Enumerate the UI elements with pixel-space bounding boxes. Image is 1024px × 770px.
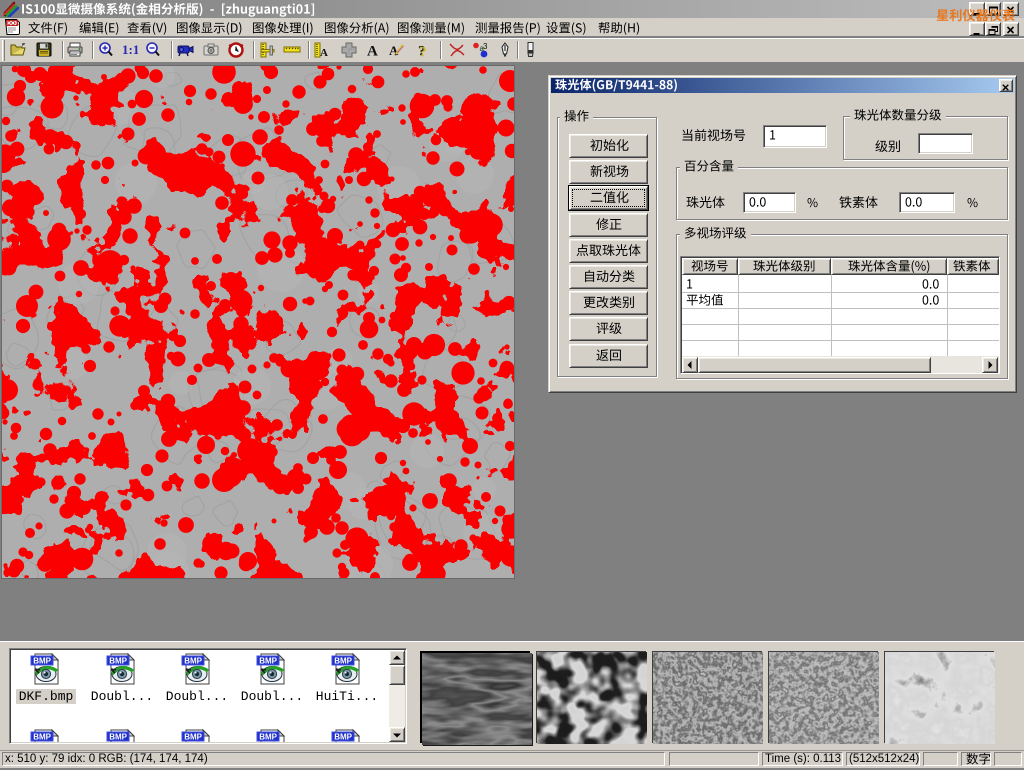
svg-text:BMP: BMP	[184, 733, 202, 742]
svg-text:BMP: BMP	[33, 657, 51, 666]
svg-text:BMP: BMP	[184, 657, 202, 666]
svg-text:BMP: BMP	[33, 733, 51, 742]
svg-text:?: ?	[419, 45, 427, 60]
svg-text:BMP: BMP	[334, 733, 352, 742]
svg-text:1:1: 1:1	[122, 42, 138, 57]
svg-text:BMP: BMP	[109, 733, 127, 742]
svg-text:BMP: BMP	[109, 657, 127, 666]
svg-text:A: A	[367, 44, 378, 60]
svg-text:BMP: BMP	[259, 733, 277, 742]
svg-text:DOC: DOC	[7, 21, 19, 27]
svg-text:3: 3	[483, 42, 488, 51]
svg-text:BMP: BMP	[259, 657, 277, 666]
svg-text:BMP: BMP	[334, 657, 352, 666]
svg-text:A: A	[320, 47, 328, 59]
